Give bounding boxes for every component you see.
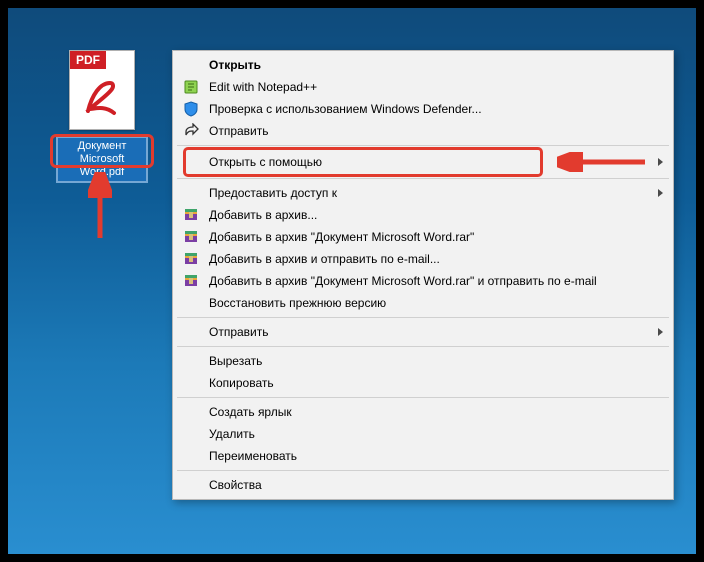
spacer-icon xyxy=(183,324,199,340)
winrar-icon xyxy=(183,273,199,289)
menu-create-shortcut[interactable]: Создать ярлык xyxy=(175,401,671,423)
winrar-icon xyxy=(183,251,199,267)
menu-cut[interactable]: Вырезать xyxy=(175,350,671,372)
menu-properties[interactable]: Свойства xyxy=(175,474,671,496)
menu-open[interactable]: Открыть xyxy=(175,54,671,76)
pdf-badge: PDF xyxy=(70,51,106,69)
menu-defender-scan[interactable]: Проверка с использованием Windows Defend… xyxy=(175,98,671,120)
menu-copy[interactable]: Копировать xyxy=(175,372,671,394)
context-menu: Открыть Edit with Notepad++ Проверка с и… xyxy=(172,50,674,500)
submenu-arrow-icon xyxy=(658,158,663,166)
desktop-file[interactable]: PDF Документ Microsoft Word.pdf xyxy=(56,50,148,183)
separator xyxy=(177,470,669,471)
separator xyxy=(177,346,669,347)
spacer-icon xyxy=(183,353,199,369)
share-arrow-icon xyxy=(183,123,199,139)
spacer-icon xyxy=(183,57,199,73)
menu-restore-previous[interactable]: Восстановить прежнюю версию xyxy=(175,292,671,314)
spacer-icon xyxy=(183,185,199,201)
submenu-arrow-icon xyxy=(658,328,663,336)
menu-rar-add-named-send[interactable]: Добавить в архив "Документ Microsoft Wor… xyxy=(175,270,671,292)
spacer-icon xyxy=(183,154,199,170)
adobe-pdf-icon xyxy=(82,77,122,117)
winrar-icon xyxy=(183,207,199,223)
winrar-icon xyxy=(183,229,199,245)
menu-rar-add-send[interactable]: Добавить в архив и отправить по e-mail..… xyxy=(175,248,671,270)
spacer-icon xyxy=(183,375,199,391)
spacer-icon xyxy=(183,448,199,464)
menu-edit-notepadpp[interactable]: Edit with Notepad++ xyxy=(175,76,671,98)
spacer-icon xyxy=(183,426,199,442)
submenu-arrow-icon xyxy=(658,189,663,197)
spacer-icon xyxy=(183,404,199,420)
menu-rar-add-named[interactable]: Добавить в архив "Документ Microsoft Wor… xyxy=(175,226,671,248)
notepadpp-icon xyxy=(183,79,199,95)
separator xyxy=(177,145,669,146)
menu-rename[interactable]: Переименовать xyxy=(175,445,671,467)
separator xyxy=(177,397,669,398)
defender-shield-icon xyxy=(183,101,199,117)
menu-share[interactable]: Отправить xyxy=(175,120,671,142)
file-label: Документ Microsoft Word.pdf xyxy=(56,136,148,183)
menu-delete[interactable]: Удалить xyxy=(175,423,671,445)
separator xyxy=(177,178,669,179)
separator xyxy=(177,317,669,318)
spacer-icon xyxy=(183,477,199,493)
pdf-file-icon: PDF xyxy=(69,50,135,130)
menu-open-with[interactable]: Открыть с помощью xyxy=(175,149,671,175)
menu-send-to[interactable]: Отправить xyxy=(175,321,671,343)
spacer-icon xyxy=(183,295,199,311)
menu-rar-add[interactable]: Добавить в архив... xyxy=(175,204,671,226)
menu-give-access[interactable]: Предоставить доступ к xyxy=(175,182,671,204)
